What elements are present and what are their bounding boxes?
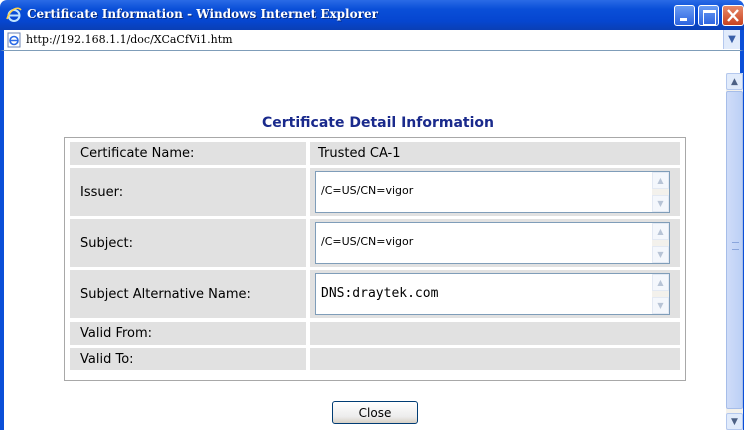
chevron-down-icon: ▼ xyxy=(728,34,736,45)
subject-alternative-name-textarea[interactable]: DNS:draytek.com ▲ ▼ xyxy=(315,273,670,315)
issuer-value: /C=US/CN=vigor xyxy=(321,184,414,197)
subject-alternative-name-cell: DNS:draytek.com ▲ ▼ xyxy=(310,270,680,318)
page-scrollbar[interactable]: ▲ ▼ xyxy=(726,73,743,430)
scrollbar-thumb[interactable] xyxy=(726,91,743,409)
valid-from-cell xyxy=(310,322,680,345)
title-bar[interactable]: Certificate Information - Windows Intern… xyxy=(0,0,744,30)
window-title: Certificate Information - Windows Intern… xyxy=(27,7,378,21)
subject-label: Subject: xyxy=(70,219,306,267)
close-icon xyxy=(727,9,739,22)
subject-textarea[interactable]: /C=US/CN=vigor ▲ ▼ xyxy=(315,222,670,264)
chevron-up-icon[interactable]: ▲ xyxy=(652,172,669,189)
row-subject: Subject: /C=US/CN=vigor ▲ ▼ xyxy=(70,219,680,267)
certificate-detail-table: Certificate Name: Trusted CA-1 Issuer: /… xyxy=(64,137,686,381)
issuer-label: Issuer: xyxy=(70,168,306,216)
chevron-up-icon[interactable]: ▲ xyxy=(652,223,669,240)
valid-to-cell xyxy=(310,348,680,370)
valid-to-label: Valid To: xyxy=(70,348,306,370)
maximize-button[interactable] xyxy=(698,5,719,26)
ie-logo-icon xyxy=(6,7,22,22)
row-subject-alternative-name: Subject Alternative Name: DNS:draytek.co… xyxy=(70,270,680,318)
minimize-button[interactable] xyxy=(674,5,695,26)
subject-value: /C=US/CN=vigor xyxy=(321,235,414,248)
scroll-up-button[interactable]: ▲ xyxy=(726,73,743,90)
scroll-down-button[interactable]: ▼ xyxy=(726,413,743,430)
certificate-name-value: Trusted CA-1 xyxy=(318,146,401,161)
window-frame-left xyxy=(0,51,4,430)
valid-from-value xyxy=(310,322,680,345)
issuer-cell: /C=US/CN=vigor ▲ ▼ xyxy=(310,168,680,216)
subject-alternative-name-value: DNS:draytek.com xyxy=(321,286,439,301)
row-valid-to: Valid To: xyxy=(70,348,680,370)
valid-to-value xyxy=(310,348,680,370)
row-certificate-name: Certificate Name: Trusted CA-1 xyxy=(70,142,680,165)
page-icon xyxy=(7,32,21,48)
address-dropdown-button[interactable]: ▼ xyxy=(723,30,740,49)
address-bar[interactable]: http://192.168.1.1/doc/XCaCfVi1.htm ▼ xyxy=(0,30,744,51)
subject-alternative-name-label: Subject Alternative Name: xyxy=(70,270,306,318)
subject-alternative-name-textarea-scrollbar[interactable]: ▲ ▼ xyxy=(652,274,669,314)
subject-cell: /C=US/CN=vigor ▲ ▼ xyxy=(310,219,680,267)
valid-from-label: Valid From: xyxy=(70,322,306,345)
close-button[interactable]: Close xyxy=(332,401,418,424)
chevron-down-icon[interactable]: ▼ xyxy=(652,195,669,212)
issuer-textarea[interactable]: /C=US/CN=vigor ▲ ▼ xyxy=(315,171,670,213)
issuer-textarea-scrollbar[interactable]: ▲ ▼ xyxy=(652,172,669,212)
chevron-down-icon[interactable]: ▼ xyxy=(652,297,669,314)
certificate-name-cell: Trusted CA-1 xyxy=(310,142,680,165)
subject-textarea-scrollbar[interactable]: ▲ ▼ xyxy=(652,223,669,263)
grip-icon xyxy=(732,242,739,250)
row-issuer: Issuer: /C=US/CN=vigor ▲ ▼ xyxy=(70,168,680,216)
chevron-down-icon: ▼ xyxy=(731,416,738,427)
address-url: http://192.168.1.1/doc/XCaCfVi1.htm xyxy=(26,33,233,46)
chevron-up-icon[interactable]: ▲ xyxy=(652,274,669,291)
chevron-down-icon[interactable]: ▼ xyxy=(652,246,669,263)
row-valid-from: Valid From: xyxy=(70,322,680,345)
page-title: Certificate Detail Information xyxy=(262,115,494,131)
chevron-up-icon: ▲ xyxy=(731,76,738,87)
certificate-name-label: Certificate Name: xyxy=(70,142,306,165)
close-window-button[interactable] xyxy=(722,5,744,26)
